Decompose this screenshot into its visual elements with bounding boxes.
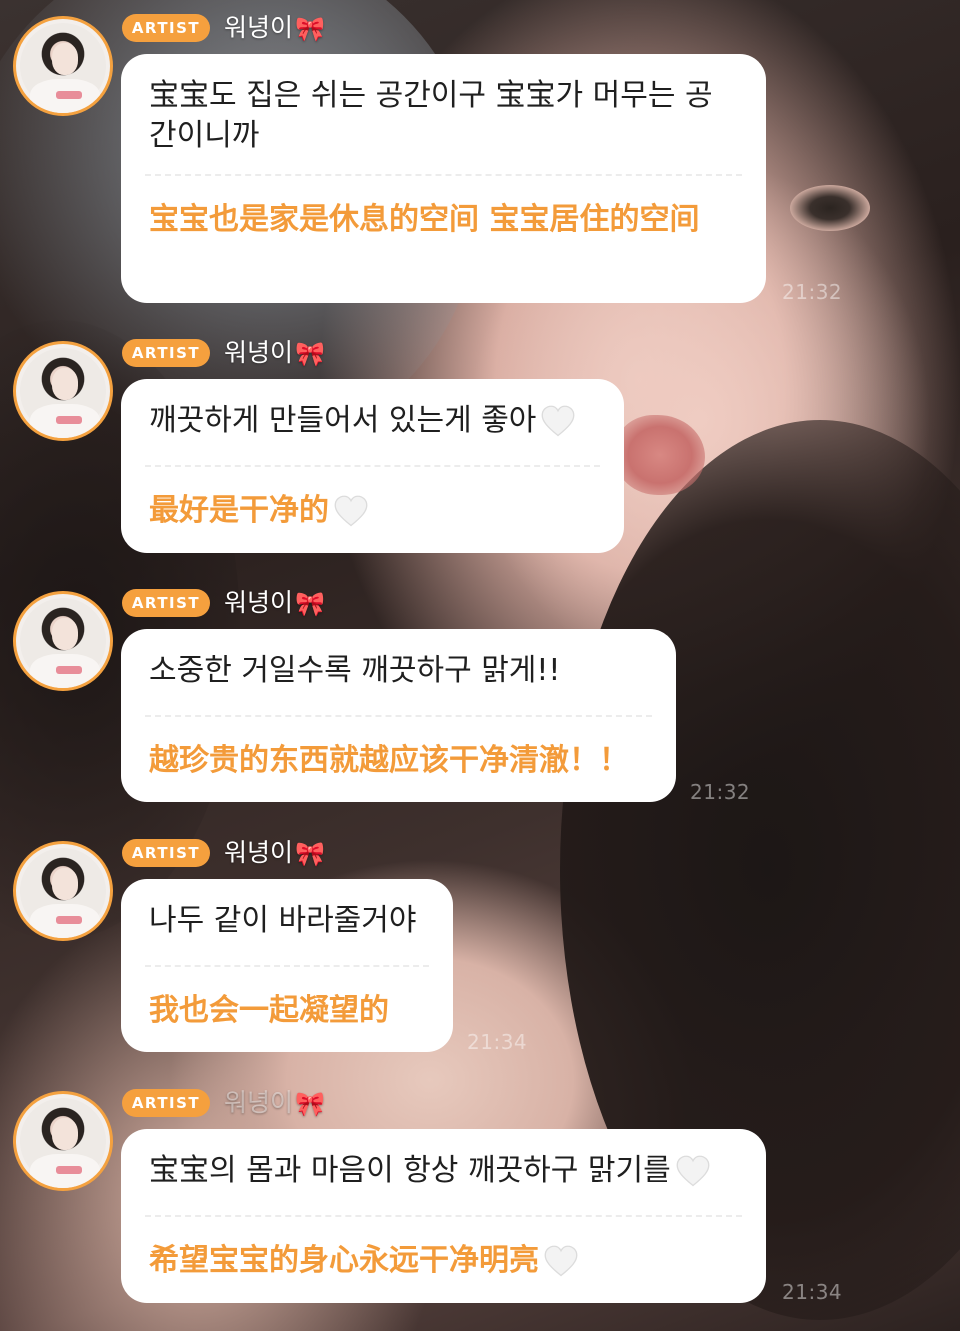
artist-badge: ARTIST	[122, 589, 210, 617]
translation-text: 宝宝也是家是休息的空间 宝宝居住的空间	[149, 202, 700, 237]
message-time: 21:34	[467, 1030, 528, 1054]
translation-text: 最好是干净的	[149, 467, 596, 531]
message-time: 21:32	[690, 780, 751, 804]
message-bubble[interactable]: 소중한 거일수록 깨끗하구 맑게!! 越珍贵的东西就越应该干净清澈！！	[121, 629, 676, 802]
translation-text-content: 希望宝宝的身心永远干净明亮	[149, 1243, 539, 1278]
avatar[interactable]	[13, 1091, 113, 1191]
korean-text: 宝宝의 몸과 마음이 항상 깨끗하구 맑기를	[149, 1129, 738, 1215]
message-time: 21:34	[782, 1280, 843, 1304]
bow-icon: 🎀	[295, 15, 325, 43]
artist-badge: ARTIST	[122, 14, 210, 42]
message-bubble[interactable]: 나두 같이 바라줄거야 我也会一起凝望的	[121, 879, 453, 1052]
korean-text: 소중한 거일수록 깨끗하구 맑게!!	[149, 653, 561, 688]
sender-name[interactable]: 워녕이🎀	[224, 11, 325, 45]
message-bubble[interactable]: 깨끗하게 만들어서 있는게 좋아 最好是干净的	[121, 379, 624, 553]
artist-badge: ARTIST	[122, 839, 210, 867]
artist-badge: ARTIST	[122, 1089, 210, 1117]
sender-name[interactable]: 워녕이🎀	[224, 586, 325, 620]
message-time: 21:32	[782, 280, 843, 304]
sender-name[interactable]: 워녕이🎀	[224, 836, 325, 870]
bow-icon: 🎀	[295, 840, 325, 868]
korean-text-content: 깨끗하게 만들어서 있는게 좋아	[149, 403, 537, 438]
translation-text: 我也会一起凝望的	[149, 993, 389, 1028]
artist-badge: ARTIST	[122, 339, 210, 367]
bow-icon: 🎀	[295, 340, 325, 368]
avatar[interactable]	[13, 16, 113, 116]
korean-text: 나두 같이 바라줄거야	[149, 903, 417, 938]
translation-text: 越珍贵的东西就越应该干净清澈！！	[149, 743, 629, 778]
white-heart-icon	[544, 1245, 578, 1276]
korean-text: 깨끗하게 만들어서 있는게 좋아	[149, 379, 596, 465]
sender-name[interactable]: 워녕이🎀	[224, 1086, 325, 1120]
korean-text: 宝宝도 집은 쉬는 공간이구 宝宝가 머무는 공간이니까	[149, 78, 713, 153]
sender-name-text: 워녕이	[224, 838, 294, 867]
avatar[interactable]	[13, 841, 113, 941]
korean-text-content: 宝宝의 몸과 마음이 항상 깨끗하구 맑기를	[149, 1153, 671, 1188]
sender-name-text: 워녕이	[224, 338, 294, 367]
bow-icon: 🎀	[295, 1090, 325, 1118]
white-heart-icon	[334, 495, 368, 526]
sender-name-text: 워녕이	[224, 1088, 294, 1117]
sender-name[interactable]: 워녕이🎀	[224, 336, 325, 370]
message-bubble[interactable]: 宝宝도 집은 쉬는 공간이구 宝宝가 머무는 공간이니까 宝宝也是家是休息的空间…	[121, 54, 766, 303]
sender-name-text: 워녕이	[224, 13, 294, 42]
white-heart-icon	[676, 1155, 710, 1186]
white-heart-icon	[541, 405, 575, 436]
message-bubble[interactable]: 宝宝의 몸과 마음이 항상 깨끗하구 맑기를 希望宝宝的身心永远干净明亮	[121, 1129, 766, 1303]
avatar[interactable]	[13, 591, 113, 691]
avatar[interactable]	[13, 341, 113, 441]
translation-text-content: 最好是干净的	[149, 493, 329, 528]
translation-text: 希望宝宝的身心永远干净明亮	[149, 1217, 738, 1281]
sender-name-text: 워녕이	[224, 588, 294, 617]
bow-icon: 🎀	[295, 590, 325, 618]
